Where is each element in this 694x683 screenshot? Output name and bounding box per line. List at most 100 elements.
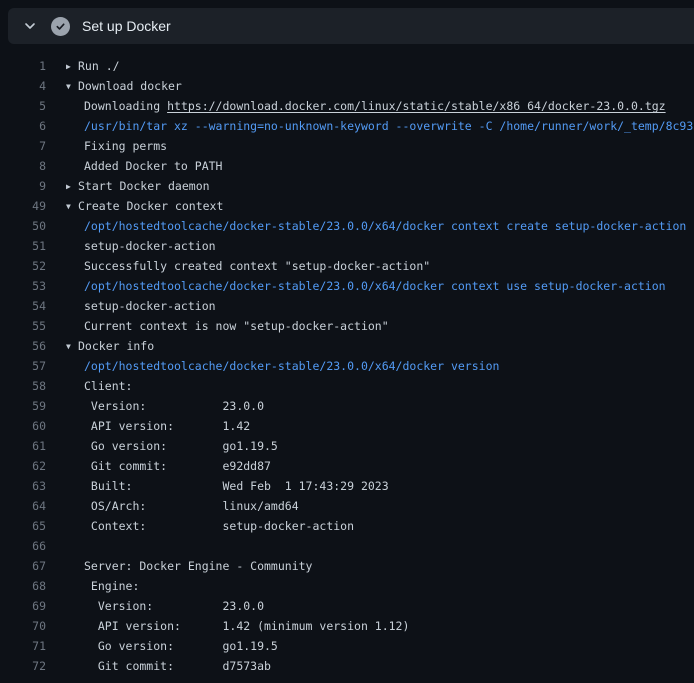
log-group-header[interactable]: ▶Run ./ (66, 56, 120, 76)
log-line: 71 Go version: go1.19.5 (0, 636, 694, 656)
log-command: /opt/hostedtoolcache/docker-stable/23.0.… (84, 356, 499, 376)
log-text: Fixing perms (84, 136, 167, 156)
log-line: 55Current context is now "setup-docker-a… (0, 316, 694, 336)
log-command: /opt/hostedtoolcache/docker-stable/23.0.… (84, 216, 686, 236)
log-line: 65 Context: setup-docker-action (0, 516, 694, 536)
line-number[interactable]: 53 (0, 276, 46, 296)
log-line: 64 OS/Arch: linux/amd64 (0, 496, 694, 516)
log-text: API version: 1.42 (minimum version 1.12) (84, 616, 409, 636)
log-line: 61 Go version: go1.19.5 (0, 436, 694, 456)
log-line: 7 Fixing perms (0, 136, 694, 156)
log-group-header[interactable]: ▼Create Docker context (66, 196, 223, 216)
log-text: Git commit: e92dd87 (84, 456, 271, 476)
log-text: Version: 23.0.0 (84, 596, 264, 616)
log-group-header[interactable]: ▼Docker info (66, 336, 154, 356)
line-number[interactable]: 61 (0, 436, 46, 456)
log-text: OS/Arch: linux/amd64 (84, 496, 299, 516)
log-line: 5 Downloading https://download.docker.com… (0, 96, 694, 116)
log-text: Built: Wed Feb 1 17:43:29 2023 (84, 476, 389, 496)
line-number[interactable]: 52 (0, 256, 46, 276)
log-text: setup-docker-action (84, 236, 216, 256)
log-line: 50/opt/hostedtoolcache/docker-stable/23.… (0, 216, 694, 236)
line-number[interactable]: 60 (0, 416, 46, 436)
line-number[interactable]: 1 (0, 56, 46, 76)
log-line: 53/opt/hostedtoolcache/docker-stable/23.… (0, 276, 694, 296)
log-text: Go version: go1.19.5 (84, 436, 278, 456)
log-line: 62 Git commit: e92dd87 (0, 456, 694, 476)
line-number[interactable]: 56 (0, 336, 46, 356)
log-text: setup-docker-action (84, 296, 216, 316)
log-text: API version: 1.42 (84, 416, 250, 436)
line-number[interactable]: 50 (0, 216, 46, 236)
chevron-down-icon[interactable] (20, 16, 40, 36)
log-group-header[interactable]: ▶Start Docker daemon (66, 176, 210, 196)
log-text: Successfully created context "setup-dock… (84, 256, 430, 276)
line-number[interactable]: 63 (0, 476, 46, 496)
line-number[interactable]: 58 (0, 376, 46, 396)
log-line: 52 Successfully created context "setup-do… (0, 256, 694, 276)
line-number[interactable]: 72 (0, 656, 46, 676)
line-number[interactable]: 9 (0, 176, 46, 196)
line-number[interactable]: 68 (0, 576, 46, 596)
actions-log-page: Set up Docker 1▶Run ./4▼Download docker5… (0, 8, 694, 683)
line-number[interactable]: 4 (0, 76, 46, 96)
line-number[interactable]: 54 (0, 296, 46, 316)
log-command: /usr/bin/tar xz --warning=no-unknown-key… (84, 116, 693, 136)
log-text: Added Docker to PATH (84, 156, 222, 176)
line-number[interactable]: 59 (0, 396, 46, 416)
step-header[interactable]: Set up Docker (8, 8, 694, 44)
log-line: 67 Server: Docker Engine - Community (0, 556, 694, 576)
log-line: 49 ▼Create Docker context (0, 196, 694, 216)
log-line: 56 ▼Docker info (0, 336, 694, 356)
line-number[interactable]: 71 (0, 636, 46, 656)
line-number[interactable]: 8 (0, 156, 46, 176)
line-number[interactable]: 7 (0, 136, 46, 156)
line-number[interactable]: 5 (0, 96, 46, 116)
check-circle-icon (51, 17, 70, 36)
log-line: 70 API version: 1.42 (minimum version 1.… (0, 616, 694, 636)
step-log: 1▶Run ./4▼Download docker5Downloading ht… (0, 44, 694, 676)
line-number[interactable]: 57 (0, 356, 46, 376)
line-number[interactable]: 51 (0, 236, 46, 256)
log-text-prefix: Downloading (84, 99, 167, 113)
line-number[interactable]: 6 (0, 116, 46, 136)
log-line: 72 Git commit: d7573ab (0, 656, 694, 676)
chevron-down-icon: ▼ (66, 337, 78, 356)
log-line: 51 setup-docker-action (0, 236, 694, 256)
line-number[interactable]: 67 (0, 556, 46, 576)
line-number[interactable]: 55 (0, 316, 46, 336)
log-text: Downloading https://download.docker.com/… (84, 96, 666, 116)
line-number[interactable]: 66 (0, 536, 46, 556)
group-title: Download docker (78, 79, 182, 93)
line-number[interactable]: 70 (0, 616, 46, 636)
line-number[interactable]: 69 (0, 596, 46, 616)
chevron-down-icon: ▼ (66, 197, 78, 216)
log-line: 63 Built: Wed Feb 1 17:43:29 2023 (0, 476, 694, 496)
group-title: Create Docker context (78, 199, 223, 213)
log-command: /opt/hostedtoolcache/docker-stable/23.0.… (84, 276, 666, 296)
log-group-header[interactable]: ▼Download docker (66, 76, 182, 96)
log-text: Server: Docker Engine - Community (84, 556, 312, 576)
log-line: 59 Version: 23.0.0 (0, 396, 694, 416)
log-line: 4 ▼Download docker (0, 76, 694, 96)
line-number[interactable]: 64 (0, 496, 46, 516)
line-number[interactable]: 65 (0, 516, 46, 536)
chevron-right-icon: ▶ (66, 57, 78, 76)
line-number[interactable]: 49 (0, 196, 46, 216)
log-text: Context: setup-docker-action (84, 516, 354, 536)
log-text: Go version: go1.19.5 (84, 636, 278, 656)
log-line: 8 Added Docker to PATH (0, 156, 694, 176)
log-line: 68 Engine: (0, 576, 694, 596)
group-title: Run ./ (78, 59, 120, 73)
log-link[interactable]: https://download.docker.com/linux/static… (167, 99, 666, 113)
log-line: 9 ▶Start Docker daemon (0, 176, 694, 196)
group-title: Start Docker daemon (78, 179, 210, 193)
line-number[interactable]: 62 (0, 456, 46, 476)
log-line: 60 API version: 1.42 (0, 416, 694, 436)
chevron-right-icon: ▶ (66, 177, 78, 196)
step-title: Set up Docker (82, 18, 171, 34)
log-text: Client: (84, 376, 132, 396)
log-line: 54 setup-docker-action (0, 296, 694, 316)
log-line: 69 Version: 23.0.0 (0, 596, 694, 616)
log-text: Version: 23.0.0 (84, 396, 264, 416)
